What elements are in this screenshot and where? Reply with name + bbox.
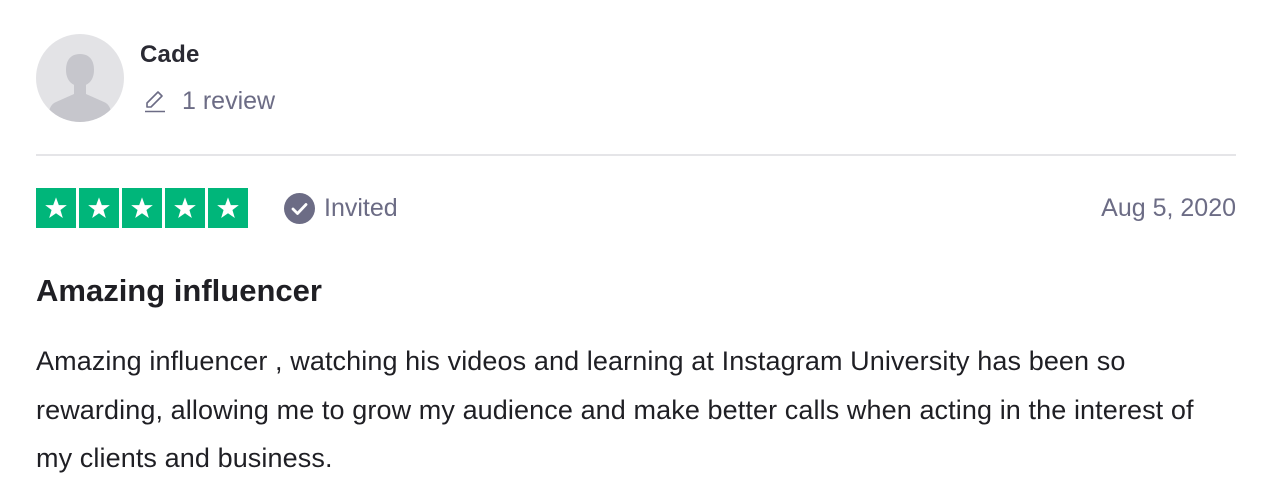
star-icon bbox=[36, 188, 76, 228]
divider bbox=[36, 154, 1236, 156]
consumer-details: Cade 1 review bbox=[140, 34, 275, 117]
consumer-name[interactable]: Cade bbox=[140, 39, 275, 71]
review-date: Aug 5, 2020 bbox=[1101, 194, 1236, 222]
verification-badge[interactable]: Invited bbox=[284, 192, 398, 224]
consumer-info[interactable]: Cade 1 review bbox=[36, 34, 275, 122]
star-rating bbox=[36, 188, 248, 228]
rating-row: Invited Aug 5, 2020 bbox=[36, 188, 1236, 228]
verified-label: Invited bbox=[324, 193, 398, 222]
review-card: Cade 1 review Invited Aug 5, 2020 Amazin… bbox=[0, 0, 1272, 500]
review-title[interactable]: Amazing influencer bbox=[36, 272, 322, 310]
star-icon bbox=[165, 188, 205, 228]
user-silhouette-icon bbox=[49, 54, 111, 122]
check-circle-icon bbox=[284, 192, 315, 224]
star-icon bbox=[208, 188, 248, 228]
review-body: Amazing influencer , watching his videos… bbox=[36, 346, 1194, 473]
star-icon bbox=[122, 188, 162, 228]
star-icon bbox=[79, 188, 119, 228]
pencil-icon bbox=[145, 91, 165, 113]
review-count-label: 1 review bbox=[182, 87, 276, 115]
review-count: 1 review bbox=[140, 85, 275, 117]
avatar[interactable] bbox=[36, 34, 124, 122]
